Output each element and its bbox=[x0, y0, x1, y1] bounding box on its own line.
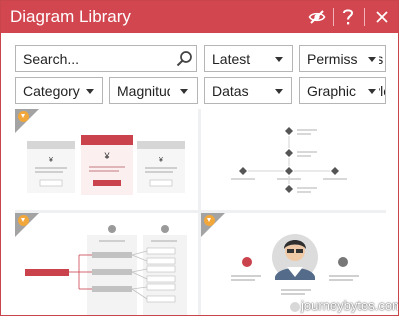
filter-row-bottom: Category Magnitude Datas Graphic Style bbox=[1, 77, 398, 105]
filter-row-top: Search... Latest Permissions bbox=[1, 45, 398, 73]
premium-badge-icon bbox=[204, 215, 215, 226]
category-selected: Category bbox=[23, 83, 80, 99]
diagram-library-window: Diagram Library Search... Latest Permiss… bbox=[0, 0, 399, 316]
watermark: journeybytes.com bbox=[301, 298, 399, 313]
chevron-down-icon bbox=[275, 57, 283, 62]
close-icon[interactable] bbox=[376, 8, 388, 26]
template-gallery: ¥ ¥ ¥ bbox=[15, 109, 386, 315]
premium-badge-icon bbox=[18, 215, 29, 226]
search-input[interactable]: Search... bbox=[15, 45, 197, 72]
chevron-down-icon bbox=[275, 89, 283, 94]
chevron-down-icon bbox=[368, 89, 376, 94]
sort-dropdown[interactable]: Latest bbox=[204, 45, 293, 72]
svg-text:¥: ¥ bbox=[49, 157, 53, 164]
title-separator bbox=[333, 8, 334, 26]
template-preview-image bbox=[231, 127, 347, 193]
premium-badge-icon bbox=[18, 111, 29, 122]
category-dropdown[interactable]: Category bbox=[15, 77, 103, 104]
datas-selected: Datas bbox=[212, 83, 249, 99]
chevron-down-icon bbox=[180, 89, 188, 94]
template-thumbnail[interactable] bbox=[15, 213, 198, 315]
window-title: Diagram Library bbox=[10, 7, 131, 26]
title-bar: Diagram Library bbox=[1, 1, 398, 33]
search-input-value: Search... bbox=[23, 51, 80, 67]
hide-preview-icon[interactable] bbox=[308, 8, 326, 26]
search-icon[interactable] bbox=[176, 50, 193, 67]
graphic-style-dropdown[interactable]: Graphic Style bbox=[299, 77, 386, 104]
datas-dropdown[interactable]: Datas bbox=[204, 77, 292, 104]
magnitude-dropdown[interactable]: Magnitude bbox=[109, 77, 198, 104]
title-separator bbox=[364, 8, 365, 26]
chevron-down-icon bbox=[368, 57, 376, 62]
svg-text:¥: ¥ bbox=[159, 157, 163, 164]
chevron-down-icon bbox=[86, 89, 94, 94]
template-preview-image bbox=[25, 225, 187, 315]
permissions-dropdown[interactable]: Permissions bbox=[299, 45, 386, 72]
sort-selected: Latest bbox=[212, 51, 251, 67]
template-preview-image: ¥ ¥ ¥ bbox=[27, 135, 185, 195]
svg-text:¥: ¥ bbox=[103, 151, 110, 161]
template-thumbnail[interactable]: ¥ ¥ ¥ bbox=[15, 109, 198, 210]
template-thumbnail[interactable] bbox=[201, 109, 386, 210]
help-icon[interactable] bbox=[342, 8, 354, 26]
